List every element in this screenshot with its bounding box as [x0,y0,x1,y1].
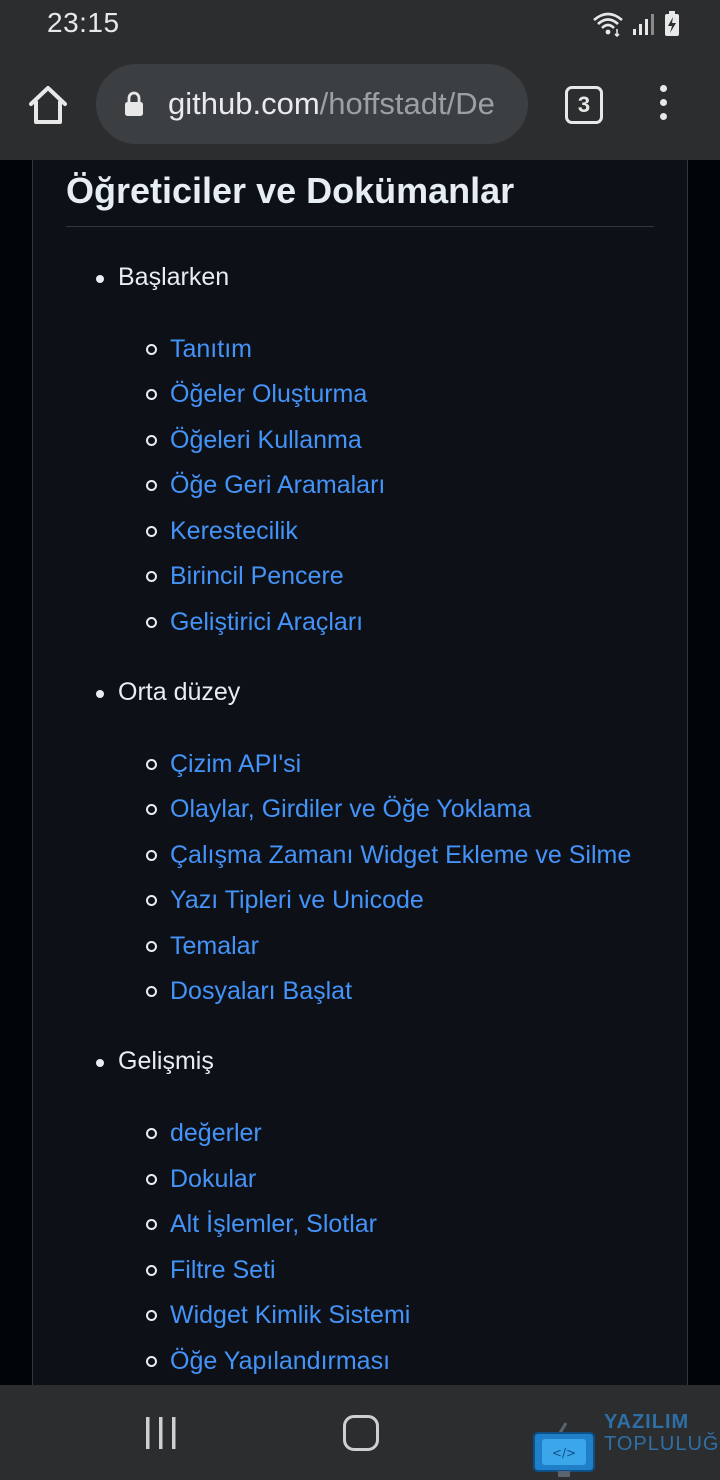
circle-bullet-icon [146,940,157,952]
svg-text:</>: </> [552,1446,576,1460]
tv-logo-icon: </> [533,1422,595,1477]
doc-link[interactable]: değerler [146,1116,262,1150]
watermark-logo: </> YAZILIM TOPLULUĞU [528,1411,720,1480]
doc-link-label[interactable]: Temalar [170,932,259,961]
circle-bullet-icon [146,525,157,537]
doc-link[interactable]: Birincil Pencere [146,559,344,593]
doc-link-label[interactable]: değerler [170,1119,262,1148]
circle-bullet-icon [146,1264,157,1276]
doc-link-label[interactable]: Çizim API'si [170,750,301,779]
circle-bullet-icon [146,479,157,491]
doc-link-label[interactable]: Öğeleri Kullanma [170,426,362,455]
doc-link-label[interactable]: Filtre Seti [170,1256,276,1285]
doc-link-label[interactable]: Öğe Yapılandırması [170,1347,390,1376]
doc-link[interactable]: Temalar [146,929,259,963]
address-bar[interactable]: github.com/hoffstadt/De [96,64,528,144]
home-nav-icon[interactable] [343,1415,379,1451]
system-nav-bar: </> YAZILIM TOPLULUĞU [0,1385,720,1480]
doc-link-label[interactable]: Alt İşlemler, Slotlar [170,1210,377,1239]
circle-bullet-icon [146,985,157,997]
lock-icon[interactable] [124,91,144,117]
doc-link[interactable]: Kerestecilik [146,514,298,548]
more-vert-icon[interactable] [648,85,678,125]
doc-link[interactable]: Çizim API'si [146,747,301,781]
circle-bullet-icon [146,1127,157,1139]
doc-link[interactable]: Öğeleri Kullanma [146,423,362,457]
url-domain: github.com [168,86,320,121]
doc-link-label[interactable]: Yazı Tipleri ve Unicode [170,886,424,915]
section-title: Orta düzey [118,678,241,706]
web-content: Öğreticiler ve Dokümanlar Başlarken Tanı… [0,160,720,1385]
circle-bullet-icon [146,1309,157,1321]
doc-link[interactable]: Geliştirici Araçları [146,605,363,639]
circle-bullet-icon [146,616,157,628]
circle-bullet-icon [146,1218,157,1230]
doc-link-label[interactable]: Dokular [170,1165,256,1194]
doc-link-label[interactable]: Dosyaları Başlat [170,977,352,1006]
battery-icon [665,11,679,36]
bullet-icon [96,1059,104,1067]
circle-bullet-icon [146,803,157,815]
doc-link-label[interactable]: Widget Kimlik Sistemi [170,1301,410,1330]
home-icon[interactable] [25,82,71,128]
circle-bullet-icon [146,343,157,355]
doc-link[interactable]: Öğeler Oluşturma [146,377,367,411]
status-bar: 23:15 [0,0,720,50]
bullet-icon [96,690,104,698]
circle-bullet-icon [146,894,157,906]
doc-link[interactable]: Olaylar, Girdiler ve Öğe Yoklama [146,792,531,826]
browser-toolbar: github.com/hoffstadt/De 3 [0,50,720,160]
status-time: 23:15 [47,7,120,38]
circle-bullet-icon [146,849,157,861]
url-path: /hoffstadt/De [319,86,495,121]
doc-link-label[interactable]: Öğeler Oluşturma [170,380,367,409]
url-text[interactable]: github.com/hoffstadt/De [168,86,513,122]
doc-link[interactable]: Dokular [146,1162,256,1196]
doc-link[interactable]: Widget Kimlik Sistemi [146,1298,410,1332]
doc-link[interactable]: Öğe Geri Aramaları [146,468,385,502]
heading-divider [66,226,654,227]
recent-apps-icon[interactable] [143,1416,179,1450]
signal-icon [633,14,654,35]
status-icons [592,10,680,38]
doc-link[interactable]: Dosyaları Başlat [146,974,352,1008]
circle-bullet-icon [146,434,157,446]
section-title: Başlarken [118,263,230,291]
bullet-icon [96,275,104,283]
watermark-line1: YAZILIM [604,1411,690,1433]
circle-bullet-icon [146,758,157,770]
doc-link-label[interactable]: Geliştirici Araçları [170,608,363,637]
circle-bullet-icon [146,388,157,400]
doc-link-label[interactable]: Olaylar, Girdiler ve Öğe Yoklama [170,795,531,824]
page-heading: Öğreticiler ve Dokümanlar [66,170,515,211]
doc-link[interactable]: Filtre Seti [146,1253,276,1287]
wifi-icon [593,12,623,37]
doc-link-label[interactable]: Kerestecilik [170,517,298,546]
tab-switcher-button[interactable]: 3 [565,86,603,124]
doc-link[interactable]: Çalışma Zamanı Widget Ekleme ve Silme [146,838,631,872]
doc-link-label[interactable]: Birincil Pencere [170,562,344,591]
doc-link[interactable]: Yazı Tipleri ve Unicode [146,883,424,917]
doc-link[interactable]: Öğe Yapılandırması [146,1344,390,1378]
doc-link[interactable]: Tanıtım [146,332,252,366]
doc-link-label[interactable]: Öğe Geri Aramaları [170,471,385,500]
section-title: Gelişmiş [118,1047,214,1075]
watermark-line2: TOPLULUĞU [604,1433,720,1455]
readme-container [32,160,688,1385]
doc-link[interactable]: Alt İşlemler, Slotlar [146,1207,377,1241]
doc-link-label[interactable]: Tanıtım [170,335,252,364]
circle-bullet-icon [146,1355,157,1367]
circle-bullet-icon [146,1173,157,1185]
doc-link-label[interactable]: Çalışma Zamanı Widget Ekleme ve Silme [170,841,631,870]
circle-bullet-icon [146,570,157,582]
